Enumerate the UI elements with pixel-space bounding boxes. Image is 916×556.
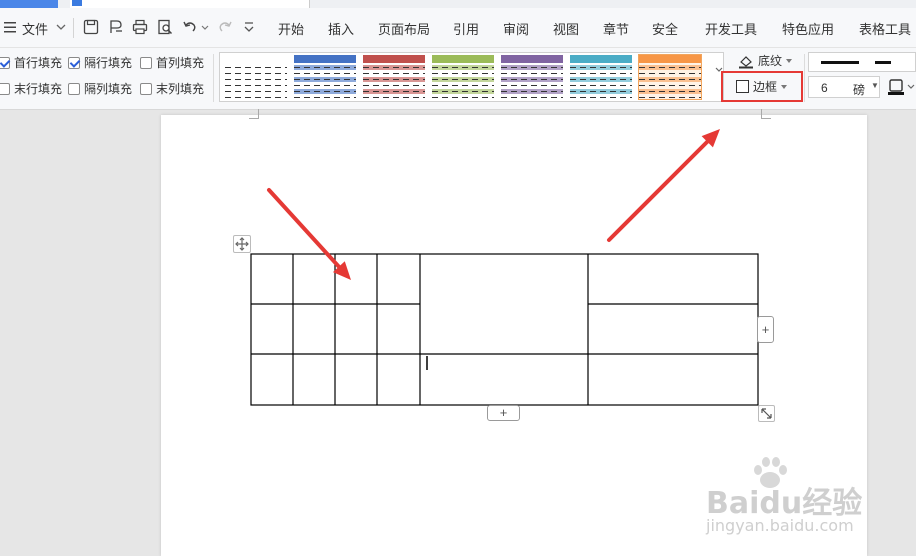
- annotation-arrow-line: [607, 139, 710, 242]
- watermark-url: jingyan.baidu.com: [706, 516, 854, 535]
- annotation-arrow-line: [267, 188, 341, 269]
- baidu-watermark: Baidu经验 jingyan.baidu.com: [706, 457, 906, 546]
